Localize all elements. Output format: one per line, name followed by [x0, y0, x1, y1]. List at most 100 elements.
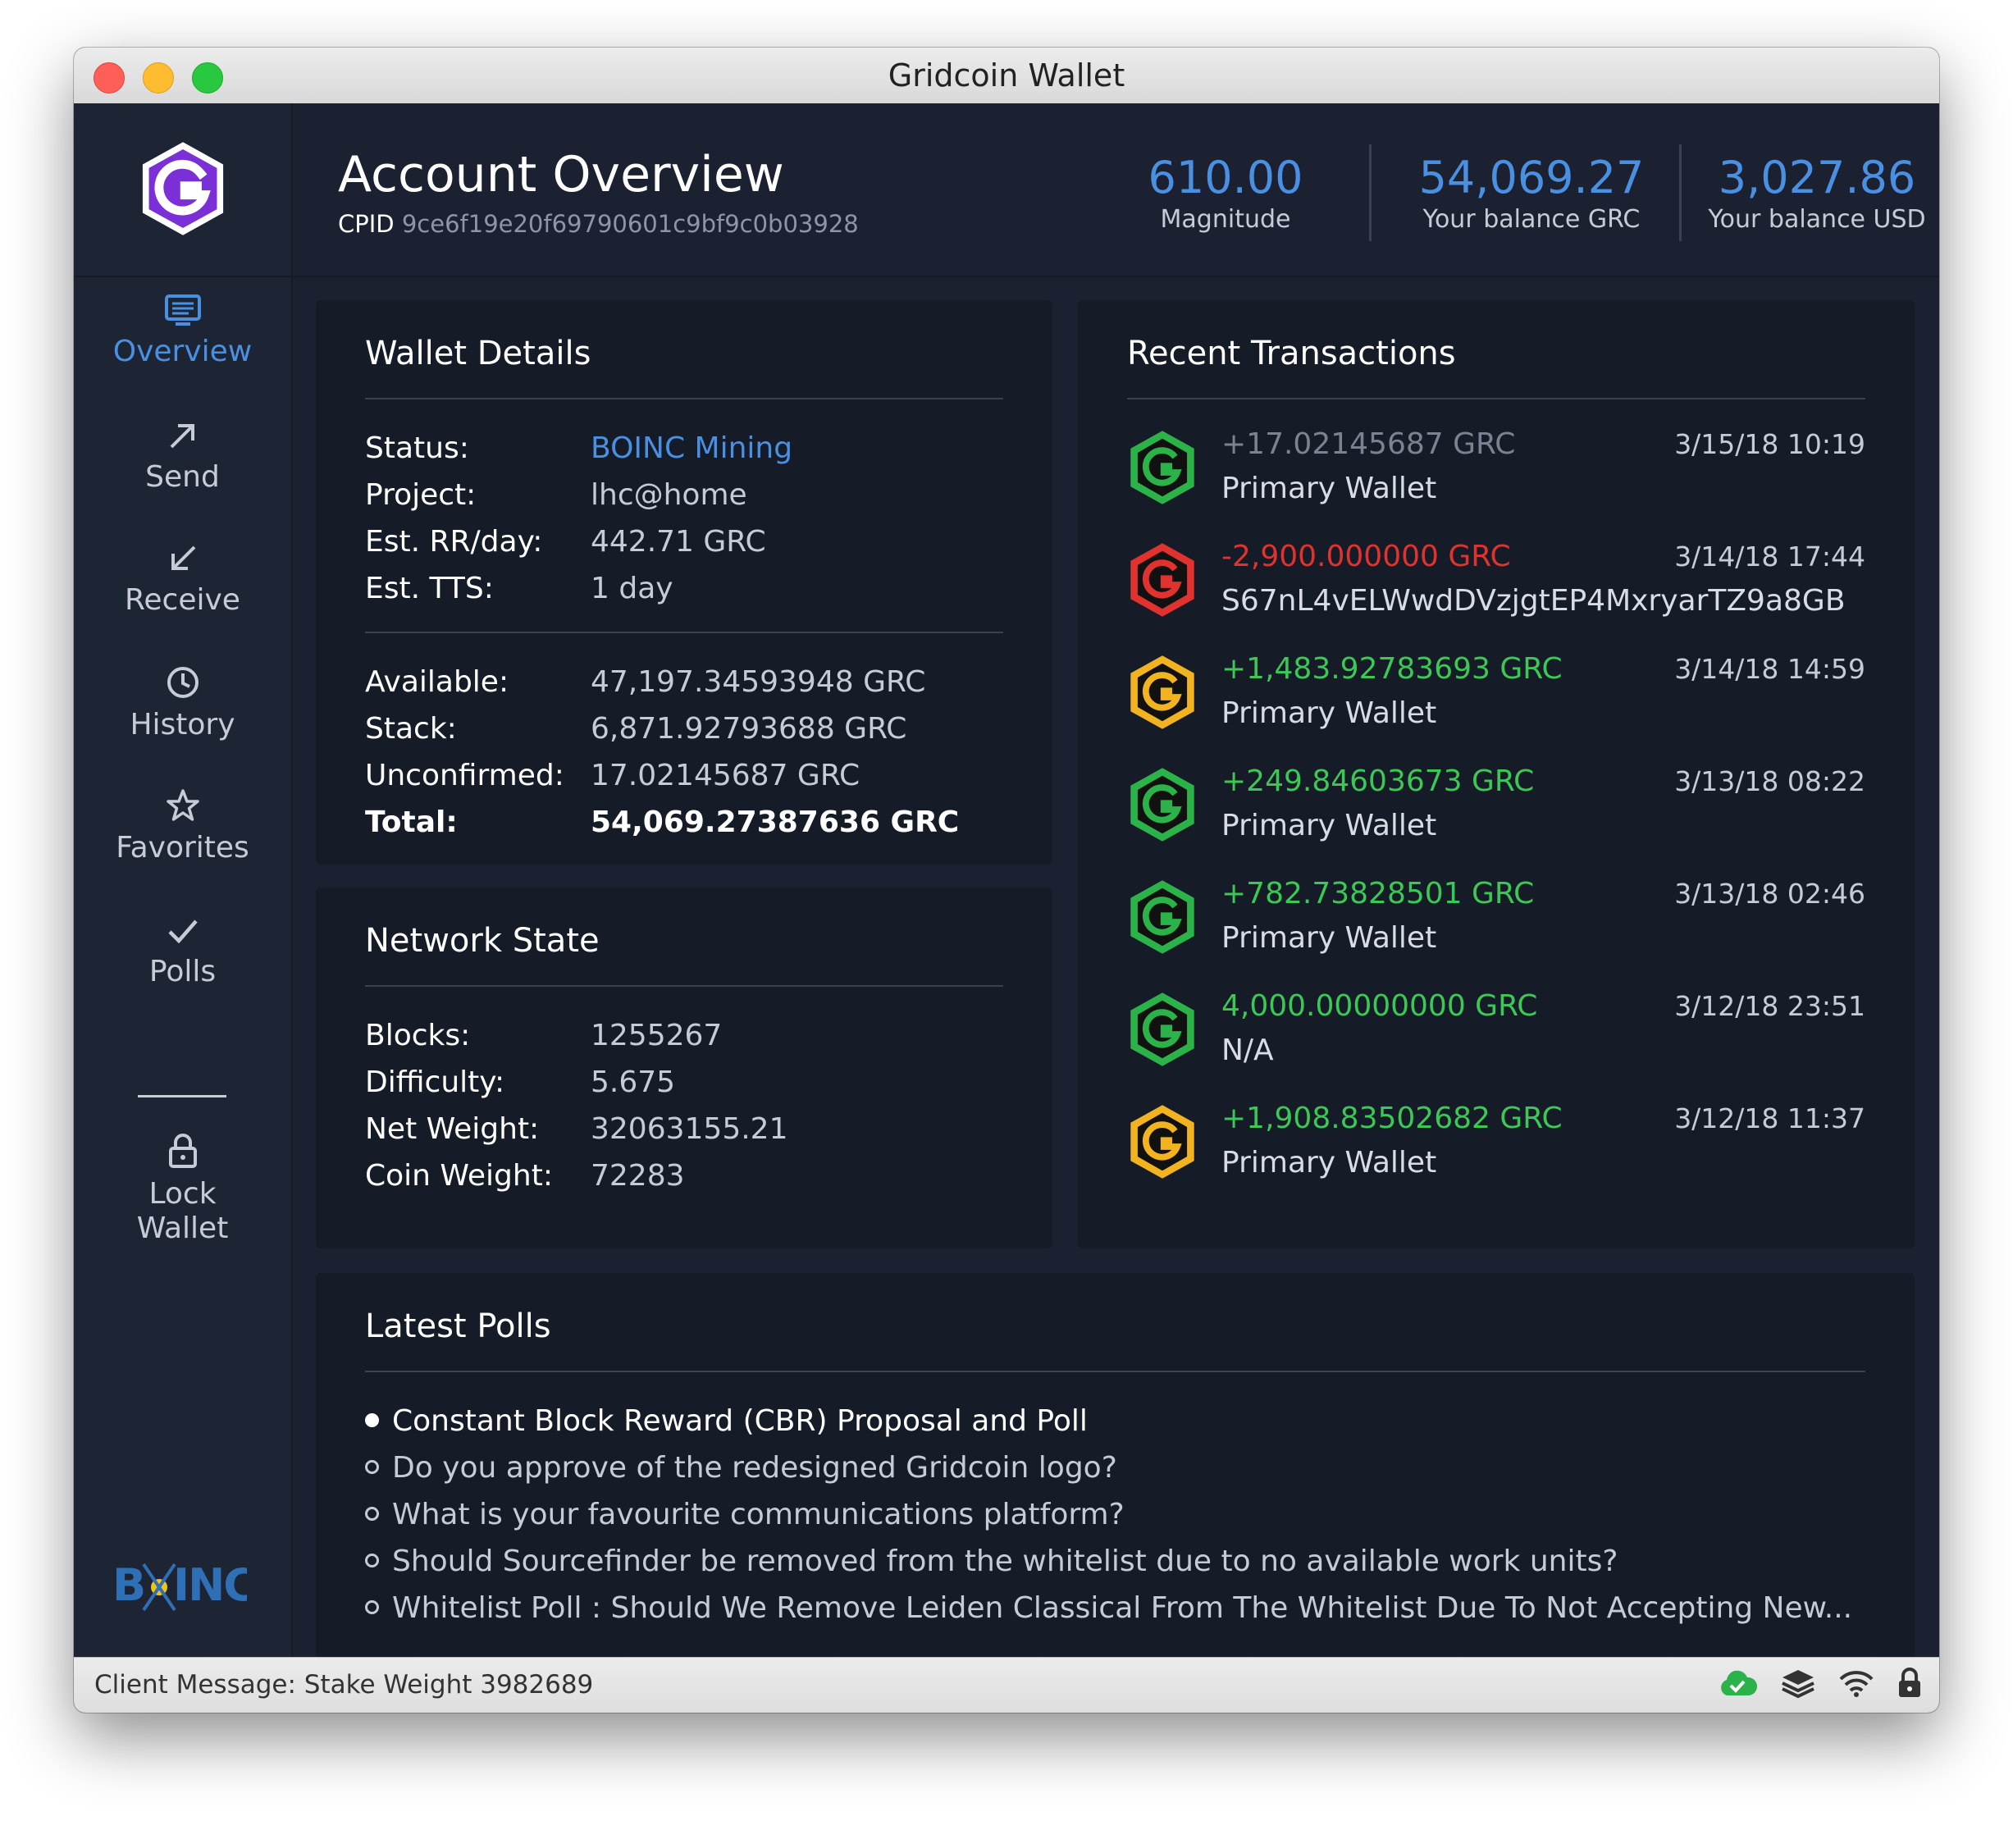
- poll-item[interactable]: Do you approve of the redesigned Gridcoi…: [365, 1444, 1117, 1491]
- sidebar-item-polls[interactable]: Polls: [74, 915, 291, 989]
- transaction-amount: -2,900.000000 GRC: [1221, 540, 1511, 573]
- transaction-address: Primary Wallet: [1221, 472, 1437, 505]
- network-value: 1255267: [591, 1019, 723, 1052]
- detail-key: Est. RR/day:: [365, 525, 543, 559]
- divider: [365, 632, 1003, 633]
- detail-value[interactable]: BOINC Mining: [591, 431, 792, 465]
- sidebar-item-favorites[interactable]: Favorites: [74, 788, 291, 865]
- transaction-coin-icon: [1130, 655, 1194, 729]
- account-header: Account Overview CPID 9ce6f19e20f6979060…: [293, 103, 1939, 277]
- transaction-coin-icon: [1130, 768, 1194, 842]
- status-icons: [1699, 1668, 1923, 1704]
- gridcoin-logo-icon: [142, 142, 224, 235]
- bullet-outline-icon: [365, 1599, 379, 1614]
- transaction-row[interactable]: +1,483.92783693 GRC 3/14/18 14:59 Primary …: [1127, 650, 1865, 748]
- lock-label-line1: Lock: [148, 1177, 217, 1211]
- cloud-check-icon[interactable]: [1717, 1668, 1758, 1701]
- title-bar[interactable]: Gridcoin Wallet: [74, 48, 1939, 104]
- detail-value: 17.02145687 GRC: [591, 759, 860, 792]
- card-title: Wallet Details: [365, 335, 591, 372]
- sidebar-item-history[interactable]: History: [74, 665, 291, 742]
- transaction-amount: +17.02145687 GRC: [1221, 427, 1516, 461]
- client-message: Client Message: Stake Weight 3982689: [94, 1670, 594, 1700]
- transaction-amount: +1,483.92783693 GRC: [1221, 652, 1563, 686]
- detail-key: Unconfirmed:: [365, 759, 564, 792]
- sidebar-item-receive[interactable]: Receive: [74, 542, 291, 618]
- transaction-coin-icon: [1130, 992, 1194, 1066]
- stat-divider: [1679, 144, 1682, 241]
- clock-icon: [167, 667, 199, 698]
- app-window: Gridcoin Wallet Overview Send Receive Hi…: [74, 48, 1939, 1713]
- svg-text:B: B: [112, 1559, 144, 1611]
- poll-item[interactable]: Whitelist Poll : Should We Remove Leiden…: [365, 1585, 1852, 1631]
- transaction-row[interactable]: +249.84603673 GRC 3/13/18 08:22 Primary Wa…: [1127, 762, 1865, 860]
- detail-row-tts: Est. TTS: 1 day: [365, 565, 673, 612]
- wallet-details-card: Wallet Details Status: BOINC Mining Proje…: [316, 300, 1052, 865]
- transaction-coin-icon: [1130, 880, 1194, 954]
- star-icon: [166, 789, 199, 821]
- sidebar-item-send[interactable]: Send: [74, 419, 291, 495]
- transaction-row[interactable]: +782.73828501 GRC 3/13/18 02:46 Primary Wa…: [1127, 874, 1865, 973]
- network-row-blocks: Blocks: 1255267: [365, 1012, 722, 1059]
- checkmark-icon: [167, 919, 198, 944]
- transaction-amount: 4,000.00000000 GRC: [1221, 989, 1538, 1023]
- arrow-down-left-icon: [171, 545, 195, 570]
- card-title: Network State: [365, 922, 600, 960]
- sidebar-item-label: History: [130, 708, 235, 741]
- bullet-outline-icon: [365, 1506, 379, 1521]
- status-bar: Client Message: Stake Weight 3982689: [74, 1657, 1939, 1713]
- cpid-line: CPID 9ce6f19e20f69790601c9bf9c0b03928: [338, 210, 859, 238]
- transaction-coin-icon: [1130, 543, 1194, 617]
- monitor-icon: [164, 294, 201, 326]
- stat-caption: Your balance USD: [1708, 205, 1926, 234]
- transaction-date: 3/12/18 23:51: [1674, 990, 1865, 1022]
- bullet-outline-icon: [365, 1459, 379, 1474]
- window-title: Gridcoin Wallet: [888, 57, 1125, 94]
- sidebar-item-lock-wallet[interactable]: Lock Wallet: [74, 1133, 291, 1246]
- transaction-row[interactable]: -2,900.000000 GRC 3/14/18 17:44 S67nL4vELW…: [1127, 537, 1865, 636]
- page-title: Account Overview: [338, 146, 784, 203]
- detail-value: 6,871.92793688 GRC: [591, 712, 907, 746]
- divider: [365, 985, 1003, 987]
- cpid-value: 9ce6f19e20f69790601c9bf9c0b03928: [401, 210, 859, 238]
- wifi-icon[interactable]: [1838, 1668, 1874, 1701]
- poll-item[interactable]: Should Sourcefinder be removed from the …: [365, 1538, 1618, 1585]
- detail-key: Est. TTS:: [365, 572, 494, 605]
- latest-polls-card: Latest Polls Constant Block Reward (CBR)…: [316, 1273, 1915, 1659]
- detail-key: Available:: [365, 665, 509, 699]
- bullet-filled-icon: [365, 1412, 379, 1427]
- sidebar-item-label: Receive: [125, 583, 240, 617]
- stat-value: 54,069.27: [1418, 152, 1645, 203]
- poll-item[interactable]: What is your favourite communications pl…: [365, 1491, 1125, 1538]
- sidebar-item-label: Favorites: [116, 831, 249, 865]
- detail-row-available: Available: 47,197.34593948 GRC: [365, 659, 925, 705]
- lock-icon[interactable]: [1897, 1668, 1923, 1702]
- detail-value: 1 day: [591, 572, 673, 605]
- lock-icon: [168, 1134, 197, 1168]
- transaction-row[interactable]: +17.02145687 GRC 3/15/18 10:19 Primary Wal…: [1127, 425, 1865, 523]
- network-value: 72283: [591, 1159, 685, 1193]
- card-title: Recent Transactions: [1127, 335, 1456, 372]
- poll-item[interactable]: Constant Block Reward (CBR) Proposal and…: [365, 1398, 1088, 1444]
- network-value: 5.675: [591, 1065, 676, 1099]
- arrow-up-right-icon: [170, 424, 194, 449]
- transaction-date: 3/14/18 14:59: [1674, 653, 1865, 685]
- detail-value: 54,069.27387636 GRC: [591, 805, 960, 839]
- logo-area: [74, 103, 291, 277]
- stat-value: 610.00: [1148, 152, 1303, 203]
- sidebar-item-overview[interactable]: Overview: [74, 294, 291, 369]
- stat-caption: Magnitude: [1160, 205, 1291, 234]
- transaction-date: 3/13/18 08:22: [1674, 765, 1865, 797]
- network-key: Net Weight:: [365, 1112, 540, 1146]
- sidebar-divider: [138, 1095, 226, 1097]
- network-row-coin-weight: Coin Weight: 72283: [365, 1152, 685, 1199]
- stat-balance-usd: 3,027.86 Your balance USD: [1697, 153, 1937, 236]
- poll-title: Should Sourcefinder be removed from the …: [392, 1545, 1618, 1578]
- transaction-row[interactable]: +1,908.83502682 GRC 3/12/18 11:37 Primary …: [1127, 1099, 1865, 1198]
- network-row-net-weight: Net Weight: 32063155.21: [365, 1106, 788, 1152]
- transaction-row[interactable]: 4,000.00000000 GRC 3/12/18 23:51 N/A: [1127, 987, 1865, 1085]
- transaction-address: N/A: [1221, 1034, 1274, 1067]
- sidebar-item-label: Send: [145, 460, 220, 494]
- layers-icon[interactable]: [1780, 1668, 1816, 1702]
- detail-row-stack: Stack: 6,871.92793688 GRC: [365, 705, 906, 752]
